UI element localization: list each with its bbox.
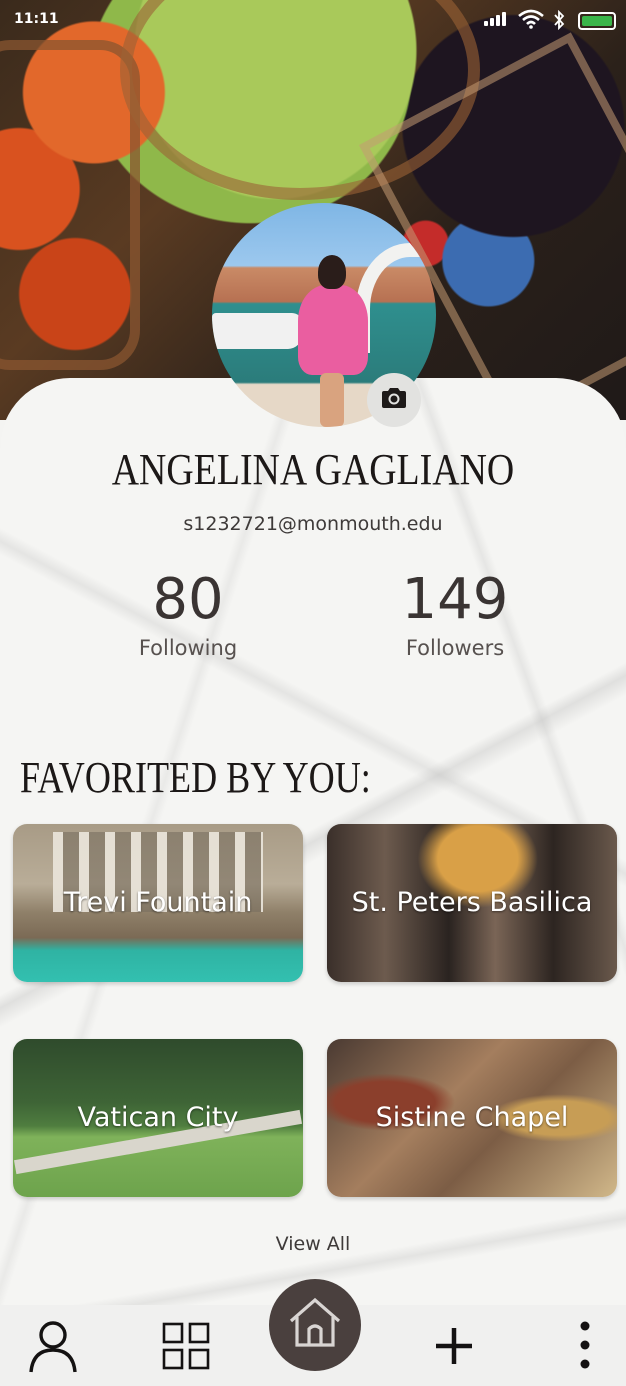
- cellular-signal-icon: [484, 12, 510, 26]
- favorite-card-vatican-city[interactable]: Vatican City: [13, 1039, 303, 1197]
- nav-more-button[interactable]: [570, 1316, 600, 1378]
- favorites-title: FAVORITED BY YOU:: [20, 753, 371, 802]
- wifi-icon: [518, 9, 544, 33]
- bluetooth-icon: [552, 9, 566, 34]
- following-count: 80: [152, 567, 224, 632]
- profile-email: s1232721@monmouth.edu: [183, 513, 443, 535]
- nav-home-button[interactable]: [269, 1279, 361, 1371]
- status-time: 11:11: [14, 11, 59, 27]
- nav-add-button[interactable]: [428, 1320, 480, 1376]
- profile-icon: [27, 1318, 79, 1378]
- followers-count: 149: [401, 567, 509, 632]
- home-icon: [285, 1295, 345, 1355]
- more-vertical-icon: [579, 1320, 591, 1374]
- nav-profile-button[interactable]: [25, 1318, 81, 1378]
- favorite-card-trevi-fountain[interactable]: Trevi Fountain: [13, 824, 303, 982]
- favorite-card-label: Sistine Chapel: [375, 1102, 569, 1133]
- profile-name: ANGELINA GAGLIANO: [111, 445, 515, 494]
- favorite-card-label: Trevi Fountain: [63, 887, 253, 918]
- favorite-card-label: St. Peters Basilica: [351, 887, 593, 918]
- favorite-card-st-peters-basilica[interactable]: St. Peters Basilica: [327, 824, 617, 982]
- nav-grid-button[interactable]: [158, 1320, 214, 1376]
- followers-stat[interactable]: 149 Followers: [355, 567, 555, 661]
- battery-icon: [578, 12, 616, 30]
- camera-icon: [380, 386, 408, 414]
- plus-icon: [434, 1326, 474, 1370]
- view-all-link[interactable]: View All: [0, 1233, 626, 1255]
- status-bar: 11:11: [0, 0, 626, 40]
- favorite-card-sistine-chapel[interactable]: Sistine Chapel: [327, 1039, 617, 1197]
- favorite-card-label: Vatican City: [77, 1102, 239, 1133]
- following-label: Following: [138, 636, 238, 660]
- grid-icon: [162, 1322, 210, 1374]
- change-photo-button[interactable]: [367, 373, 421, 427]
- following-stat[interactable]: 80 Following: [88, 567, 288, 661]
- followers-label: Followers: [405, 636, 505, 660]
